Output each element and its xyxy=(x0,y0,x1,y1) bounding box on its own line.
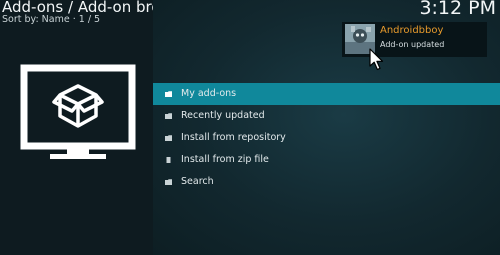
monitor-package-icon xyxy=(20,64,136,159)
sort-info: Sort by: Name · 1 / 5 xyxy=(2,14,101,25)
menu-item-install-from-repository[interactable]: Install from repository xyxy=(153,127,500,149)
menu-item-label: Search xyxy=(181,176,214,187)
menu-item-search[interactable]: Search xyxy=(153,171,500,193)
zip-icon xyxy=(166,157,171,163)
menu-item-label: Install from zip file xyxy=(181,154,269,165)
menu-item-label: My add-ons xyxy=(181,88,237,99)
notification-message: Add-on updated xyxy=(380,40,445,49)
menu-item-label: Recently updated xyxy=(181,110,265,121)
menu-item-label: Install from repository xyxy=(181,132,286,143)
folder-icon xyxy=(165,113,172,119)
addon-browser-menu: My add-ons Recently updated Install from… xyxy=(153,83,500,193)
folder-icon xyxy=(165,135,172,141)
folder-icon xyxy=(165,179,172,185)
menu-item-install-from-zip[interactable]: Install from zip file xyxy=(153,149,500,171)
mouse-pointer-icon xyxy=(369,48,384,71)
menu-item-my-addons[interactable]: My add-ons xyxy=(153,83,500,105)
folder-icon xyxy=(165,91,172,97)
clock: 3:12 PM xyxy=(419,0,496,19)
menu-item-recently-updated[interactable]: Recently updated xyxy=(153,105,500,127)
addon-updated-notification[interactable]: Androidbboy Add-on updated xyxy=(342,22,487,57)
left-panel: Add-ons / Add-on browser Sort by: Name ·… xyxy=(0,0,196,255)
notification-title: Androidbboy xyxy=(380,25,444,36)
